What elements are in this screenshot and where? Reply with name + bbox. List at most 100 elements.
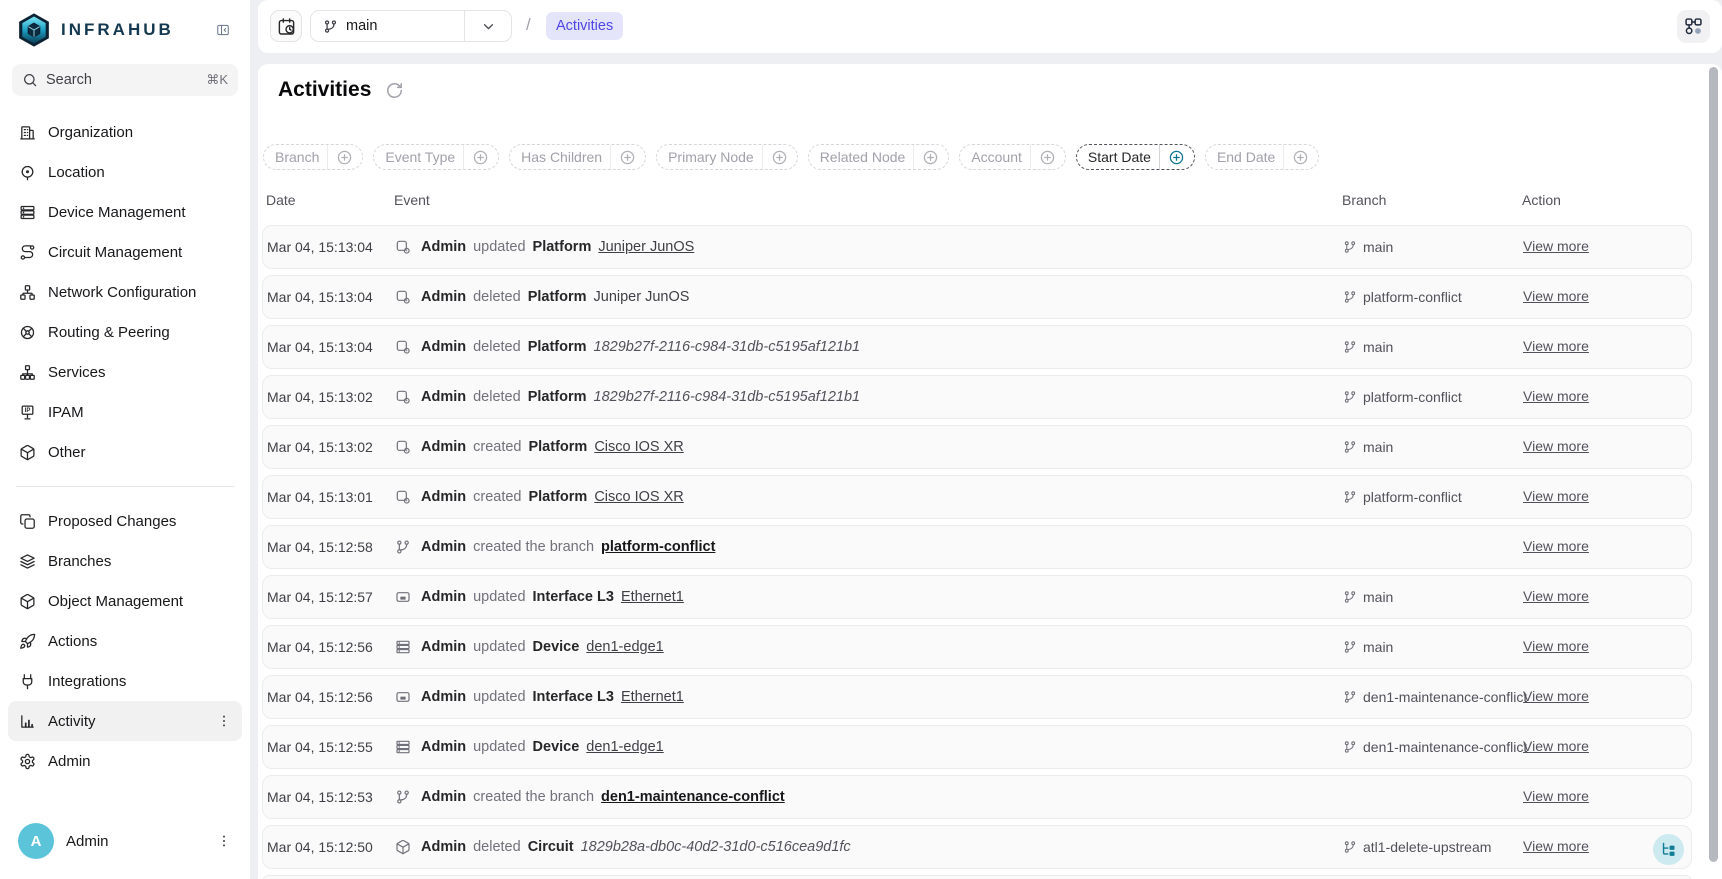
filter-primary-node[interactable]: Primary Node bbox=[656, 144, 798, 170]
app-root: INFRAHUB Search ⌘K OrganizationLocationD… bbox=[0, 0, 1722, 879]
event-object-name[interactable]: platform-conflict bbox=[601, 539, 715, 555]
row-branch: platform-conflict bbox=[1343, 389, 1523, 405]
event-object-name[interactable]: Cisco IOS XR bbox=[594, 439, 683, 455]
breadcrumb-activities[interactable]: Activities bbox=[546, 12, 623, 40]
sidebar-item-network-configuration[interactable]: Network Configuration bbox=[8, 272, 242, 312]
sidebar-item-object-management[interactable]: Object Management bbox=[8, 581, 242, 621]
circle-plus-icon[interactable] bbox=[619, 149, 636, 166]
event-object-name: 1829b27f-2116-c984-31db-c5195af121b1 bbox=[594, 339, 861, 355]
view-more-link[interactable]: View more bbox=[1523, 588, 1589, 604]
filter-divider bbox=[1030, 145, 1031, 169]
row-event: AdmindeletedCircuit1829b28a-db0c-40d2-31… bbox=[395, 839, 1343, 855]
sidebar-item-organization[interactable]: Organization bbox=[8, 112, 242, 152]
view-more-link[interactable]: View more bbox=[1523, 638, 1589, 654]
event-actor: Admin bbox=[421, 639, 466, 655]
event-verb: updated bbox=[473, 239, 525, 255]
tree-widget-button[interactable] bbox=[1653, 834, 1684, 865]
row-action: View more bbox=[1523, 688, 1691, 706]
cube-icon bbox=[18, 444, 36, 461]
table-row: Mar 04, 15:12:56AdminupdatedDeviceden1-e… bbox=[262, 625, 1692, 669]
circle-plus-icon[interactable] bbox=[771, 149, 788, 166]
sidebar-item-circuit-management[interactable]: Circuit Management bbox=[8, 232, 242, 272]
view-more-link[interactable]: View more bbox=[1523, 688, 1589, 704]
circle-plus-icon[interactable] bbox=[1168, 149, 1185, 166]
event-object-name[interactable]: Ethernet1 bbox=[621, 589, 684, 605]
sidebar-item-branches[interactable]: Branches bbox=[8, 541, 242, 581]
circle-plus-icon[interactable] bbox=[336, 149, 353, 166]
sidebar-item-services[interactable]: Services bbox=[8, 352, 242, 392]
sidebar-item-label: Proposed Changes bbox=[48, 513, 232, 530]
view-more-link[interactable]: View more bbox=[1523, 238, 1589, 254]
layers-icon bbox=[18, 553, 36, 570]
filter-divider bbox=[1283, 145, 1284, 169]
view-more-link[interactable]: View more bbox=[1523, 788, 1589, 804]
panel-collapse-icon[interactable] bbox=[210, 17, 236, 43]
filter-end-date[interactable]: End Date bbox=[1205, 144, 1319, 170]
event-object-type: Platform bbox=[528, 439, 587, 455]
event-actor: Admin bbox=[421, 389, 466, 405]
branch-selector[interactable]: main bbox=[310, 10, 512, 42]
circle-plus-icon[interactable] bbox=[1039, 149, 1056, 166]
view-more-link[interactable]: View more bbox=[1523, 338, 1589, 354]
sidebar: INFRAHUB Search ⌘K OrganizationLocationD… bbox=[0, 0, 250, 879]
row-branch: den1-maintenance-conflict bbox=[1343, 739, 1523, 755]
event-actor: Admin bbox=[421, 839, 466, 855]
time-filter-button[interactable] bbox=[270, 10, 302, 42]
sidebar-item-proposed-changes[interactable]: Proposed Changes bbox=[8, 501, 242, 541]
event-object-type: Platform bbox=[528, 489, 587, 505]
view-more-link[interactable]: View more bbox=[1523, 738, 1589, 754]
row-action: View more bbox=[1523, 588, 1691, 606]
branch-selector-value: main bbox=[346, 18, 464, 34]
sidebar-item-activity[interactable]: Activity bbox=[8, 701, 242, 741]
sidebar-item-ipam[interactable]: IPIPAM bbox=[8, 392, 242, 432]
row-event: Admincreated the branchden1-maintenance-… bbox=[395, 789, 1343, 805]
sidebar-item-integrations[interactable]: Integrations bbox=[8, 661, 242, 701]
filter-has-children[interactable]: Has Children bbox=[509, 144, 646, 170]
item-menu-kebab-icon[interactable] bbox=[216, 713, 232, 729]
vertical-scrollbar[interactable] bbox=[1709, 67, 1718, 862]
filter-branch[interactable]: Branch bbox=[263, 144, 363, 170]
event-object-name[interactable]: den1-maintenance-conflict bbox=[601, 789, 785, 805]
circle-plus-icon[interactable] bbox=[472, 149, 489, 166]
event-object-name[interactable]: den1-edge1 bbox=[586, 639, 663, 655]
event-object-name[interactable]: Cisco IOS XR bbox=[594, 489, 683, 505]
row-date: Mar 04, 15:13:02 bbox=[267, 389, 395, 405]
column-header-date: Date bbox=[266, 192, 394, 208]
circle-plus-icon[interactable] bbox=[922, 149, 939, 166]
graph-view-button[interactable] bbox=[1677, 10, 1710, 43]
row-branch: main bbox=[1343, 239, 1523, 255]
event-object-name[interactable]: Ethernet1 bbox=[621, 689, 684, 705]
view-more-link[interactable]: View more bbox=[1523, 388, 1589, 404]
view-more-link[interactable]: View more bbox=[1523, 288, 1589, 304]
sidebar-item-routing-peering[interactable]: Routing & Peering bbox=[8, 312, 242, 352]
view-more-link[interactable]: View more bbox=[1523, 438, 1589, 454]
event-object-type: Circuit bbox=[528, 839, 574, 855]
user-menu[interactable]: A Admin bbox=[8, 817, 242, 865]
event-actor: Admin bbox=[421, 539, 466, 555]
sidebar-item-label: Branches bbox=[48, 553, 232, 570]
user-kebab-icon[interactable] bbox=[216, 833, 232, 849]
filter-start-date[interactable]: Start Date bbox=[1076, 144, 1195, 170]
sidebar-item-location[interactable]: Location bbox=[8, 152, 242, 192]
search-input[interactable]: Search ⌘K bbox=[12, 64, 238, 96]
circle-plus-icon[interactable] bbox=[1292, 149, 1309, 166]
sidebar-item-admin[interactable]: Admin bbox=[8, 741, 242, 781]
row-action: View more bbox=[1523, 538, 1691, 556]
filter-account[interactable]: Account bbox=[959, 144, 1066, 170]
chevron-down-icon[interactable] bbox=[465, 18, 511, 35]
view-more-link[interactable]: View more bbox=[1523, 488, 1589, 504]
sidebar-item-other[interactable]: Other bbox=[8, 432, 242, 472]
sidebar-item-actions[interactable]: Actions bbox=[8, 621, 242, 661]
filter-event-type[interactable]: Event Type bbox=[373, 144, 499, 170]
view-more-link[interactable]: View more bbox=[1523, 838, 1589, 854]
filter-related-node[interactable]: Related Node bbox=[808, 144, 950, 170]
row-branch: main bbox=[1343, 339, 1523, 355]
sidebar-item-device-management[interactable]: Device Management bbox=[8, 192, 242, 232]
refresh-icon[interactable] bbox=[383, 79, 406, 102]
view-more-link[interactable]: View more bbox=[1523, 538, 1589, 554]
search-label: Search bbox=[46, 72, 206, 88]
event-object-name[interactable]: Juniper JunOS bbox=[598, 239, 694, 255]
branch-name: platform-conflict bbox=[1363, 389, 1462, 405]
event-object-name[interactable]: den1-edge1 bbox=[586, 739, 663, 755]
event-verb: updated bbox=[473, 739, 525, 755]
